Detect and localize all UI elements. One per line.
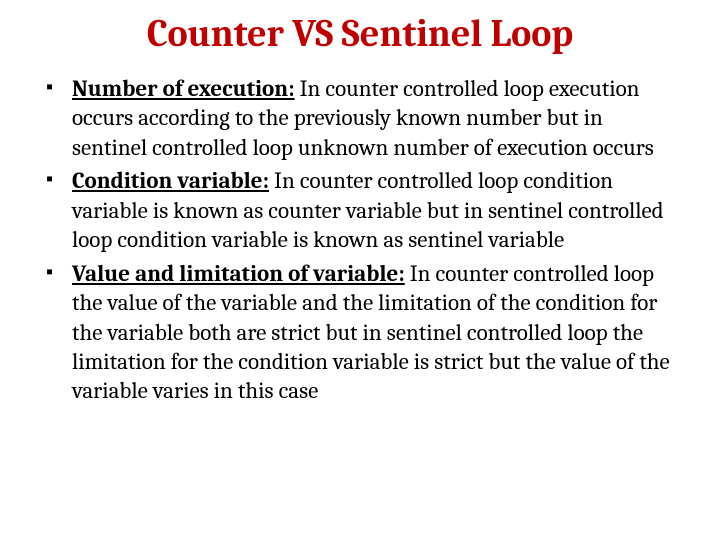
bullet-lead: Value and limitation of variable: [72, 260, 405, 287]
slide: Counter VS Sentinel Loop Number of execu… [0, 0, 720, 540]
bullet-lead: Number of execution: [72, 75, 295, 102]
bullet-lead: Condition variable: [72, 167, 269, 194]
list-item: Number of execution: In counter controll… [46, 74, 680, 162]
list-item: Value and limitation of variable: In cou… [46, 259, 680, 406]
list-item: Condition variable: In counter controlle… [46, 166, 680, 254]
slide-title: Counter VS Sentinel Loop [40, 12, 680, 56]
bullet-list: Number of execution: In counter controll… [40, 74, 680, 406]
